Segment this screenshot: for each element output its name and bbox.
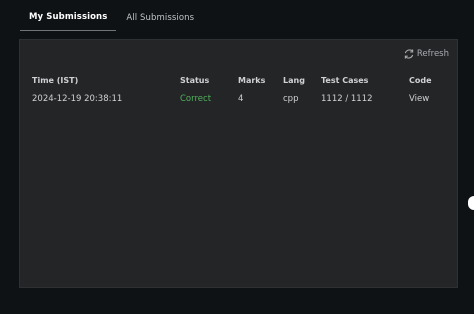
table-row: 2024-12-19 20:38:11 Correct 4 cpp 1112 /…: [32, 88, 449, 110]
cell-test-cases: 1112 / 1112: [321, 94, 373, 104]
tab-all-submissions[interactable]: All Submissions: [117, 7, 203, 31]
submissions-table: Time (IST) Status Marks Lang Test Cases …: [32, 73, 449, 110]
view-code-link[interactable]: View: [409, 88, 449, 110]
cell-status: Correct: [180, 94, 212, 104]
header-lang: Lang: [283, 76, 305, 85]
submissions-page: My Submissions All Submissions Refresh T…: [0, 0, 474, 314]
submission-tabs: My Submissions All Submissions: [20, 6, 203, 31]
cell-lang: cpp: [283, 94, 299, 104]
submissions-panel: Refresh Time (IST) Status Marks Lang Tes…: [19, 39, 458, 288]
header-test-cases: Test Cases: [321, 76, 369, 85]
header-status: Status: [180, 76, 210, 85]
header-code: Code: [409, 76, 432, 85]
side-panel-handle[interactable]: [468, 196, 474, 210]
refresh-icon: [404, 49, 414, 59]
cell-marks: 4: [238, 94, 244, 104]
tab-my-submissions[interactable]: My Submissions: [20, 6, 117, 31]
cell-time: 2024-12-19 20:38:11: [32, 94, 123, 104]
header-time: Time (IST): [32, 76, 79, 85]
refresh-button[interactable]: Refresh: [404, 49, 449, 59]
header-marks: Marks: [238, 76, 266, 85]
table-header-row: Time (IST) Status Marks Lang Test Cases …: [32, 73, 449, 88]
refresh-label: Refresh: [416, 49, 449, 59]
